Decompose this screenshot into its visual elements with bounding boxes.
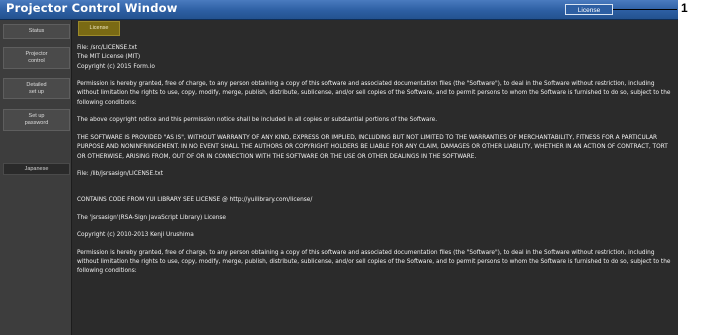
sidebar-item-status[interactable]: Status [3, 24, 70, 39]
license-paragraph-yui: CONTAINS CODE FROM YUI LIBRARY SEE LICEN… [77, 196, 313, 203]
sidebar-item-detailed-set-up[interactable]: Detailed set up [3, 78, 70, 99]
title-bar: Projector Control Window License [0, 0, 678, 20]
license-paragraph-copyright: Copyright (c) 2010-2013 Kenji Urushima [77, 232, 194, 239]
window-title: Projector Control Window [6, 1, 178, 15]
license-text: File: /src/LICENSE.txt The MIT License (… [77, 44, 675, 285]
license-paragraph-permission: Permission is hereby granted, free of ch… [77, 81, 671, 106]
license-paragraph-permission-2: Permission is hereby granted, free of ch… [77, 249, 671, 275]
projector-control-window: Projector Control Window License Status … [0, 0, 678, 335]
license-paragraph-jsrsasign-title: The 'jsrsasign'(RSA-Sign JavaScript Libr… [77, 214, 227, 221]
sidebar-item-japanese[interactable]: Japanese [3, 163, 70, 175]
tab-license[interactable]: License [78, 21, 120, 36]
callout-line [613, 9, 677, 10]
sidebar-item-set-up-password[interactable]: Set up password [3, 109, 70, 131]
callout-number: 1 [681, 1, 688, 15]
license-paragraph-notice: The above copyright notice and this perm… [77, 117, 438, 124]
sidebar: Status Projector control Detailed set up… [0, 20, 72, 335]
sidebar-item-projector-control[interactable]: Projector control [3, 47, 70, 69]
main-content: License File: /src/LICENSE.txt The MIT L… [72, 20, 678, 335]
license-paragraph-warranty: THE SOFTWARE IS PROVIDED "AS IS", WITHOU… [77, 134, 668, 160]
license-button[interactable]: License [565, 4, 613, 15]
license-paragraph-file-header: File: /src/LICENSE.txt The MIT License (… [77, 45, 155, 70]
license-paragraph-jsrsasign-file: File: /lib/jsrsasign/LICENSE.txt [77, 171, 163, 178]
